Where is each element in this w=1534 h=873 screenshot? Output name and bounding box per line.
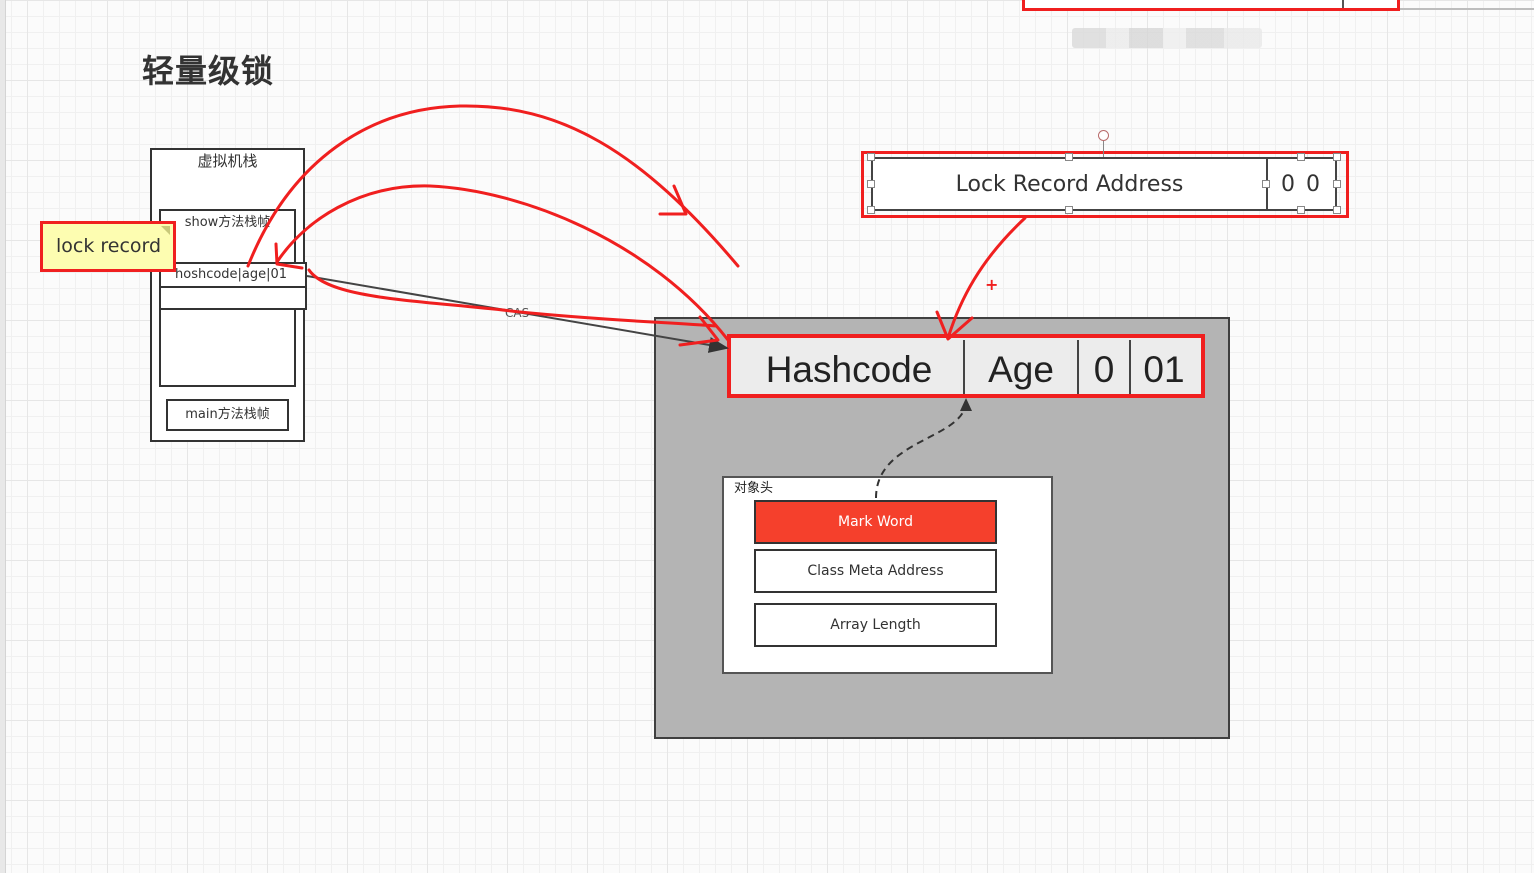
annotation-overlay (246, 104, 1027, 499)
red-annotation-arrows (246, 104, 1027, 347)
red-arrow-address (946, 216, 1027, 340)
mark-word-dashed-connector (875, 403, 967, 499)
red-arrow-back (275, 184, 730, 342)
dashed-arrowhead (960, 398, 972, 411)
red-arrow-cas (307, 268, 718, 328)
red-arrow-top (246, 104, 740, 268)
